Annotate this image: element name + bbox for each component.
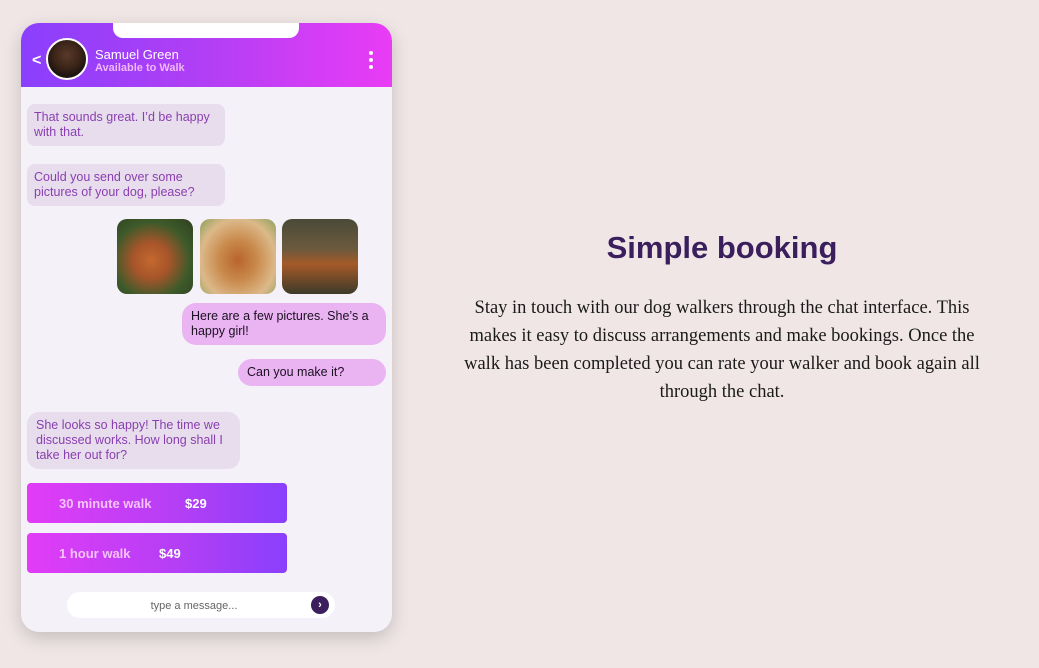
- contact-status: Available to Walk: [95, 62, 185, 74]
- back-icon[interactable]: <: [32, 52, 41, 70]
- message-bubble: Here are a few pictures. She’s a happy g…: [182, 303, 386, 345]
- message-bubble: Can you make it?: [238, 359, 386, 386]
- phone-mockup: < Samuel Green Available to Walk That so…: [21, 23, 392, 632]
- contact-name: Samuel Green: [95, 47, 179, 62]
- more-options-icon[interactable]: [369, 51, 373, 72]
- dog-photo[interactable]: [282, 219, 358, 294]
- phone-notch: [113, 23, 299, 38]
- dog-photo[interactable]: [200, 219, 276, 294]
- avatar[interactable]: [46, 38, 88, 80]
- walk-option-button[interactable]: 30 minute walk $29: [27, 483, 287, 523]
- section-description: Stay in touch with our dog walkers throu…: [464, 298, 980, 402]
- walk-option-label: 30 minute walk: [59, 496, 152, 511]
- message-bubble: She looks so happy! The time we discusse…: [27, 412, 240, 469]
- section-title: Simple booking: [606, 230, 838, 265]
- walk-option-label: 1 hour walk: [59, 546, 131, 561]
- message-input[interactable]: [77, 592, 311, 620]
- walk-option-button[interactable]: 1 hour walk $49: [27, 533, 287, 573]
- dog-photo[interactable]: [117, 219, 193, 294]
- send-icon[interactable]: ›: [311, 596, 329, 614]
- message-input-bar: ›: [67, 592, 335, 620]
- walk-option-price: $29: [185, 496, 207, 511]
- message-bubble: Could you send over some pictures of you…: [27, 164, 225, 206]
- message-bubble: That sounds great. I’d be happy with tha…: [27, 104, 225, 146]
- walk-option-price: $49: [159, 546, 181, 561]
